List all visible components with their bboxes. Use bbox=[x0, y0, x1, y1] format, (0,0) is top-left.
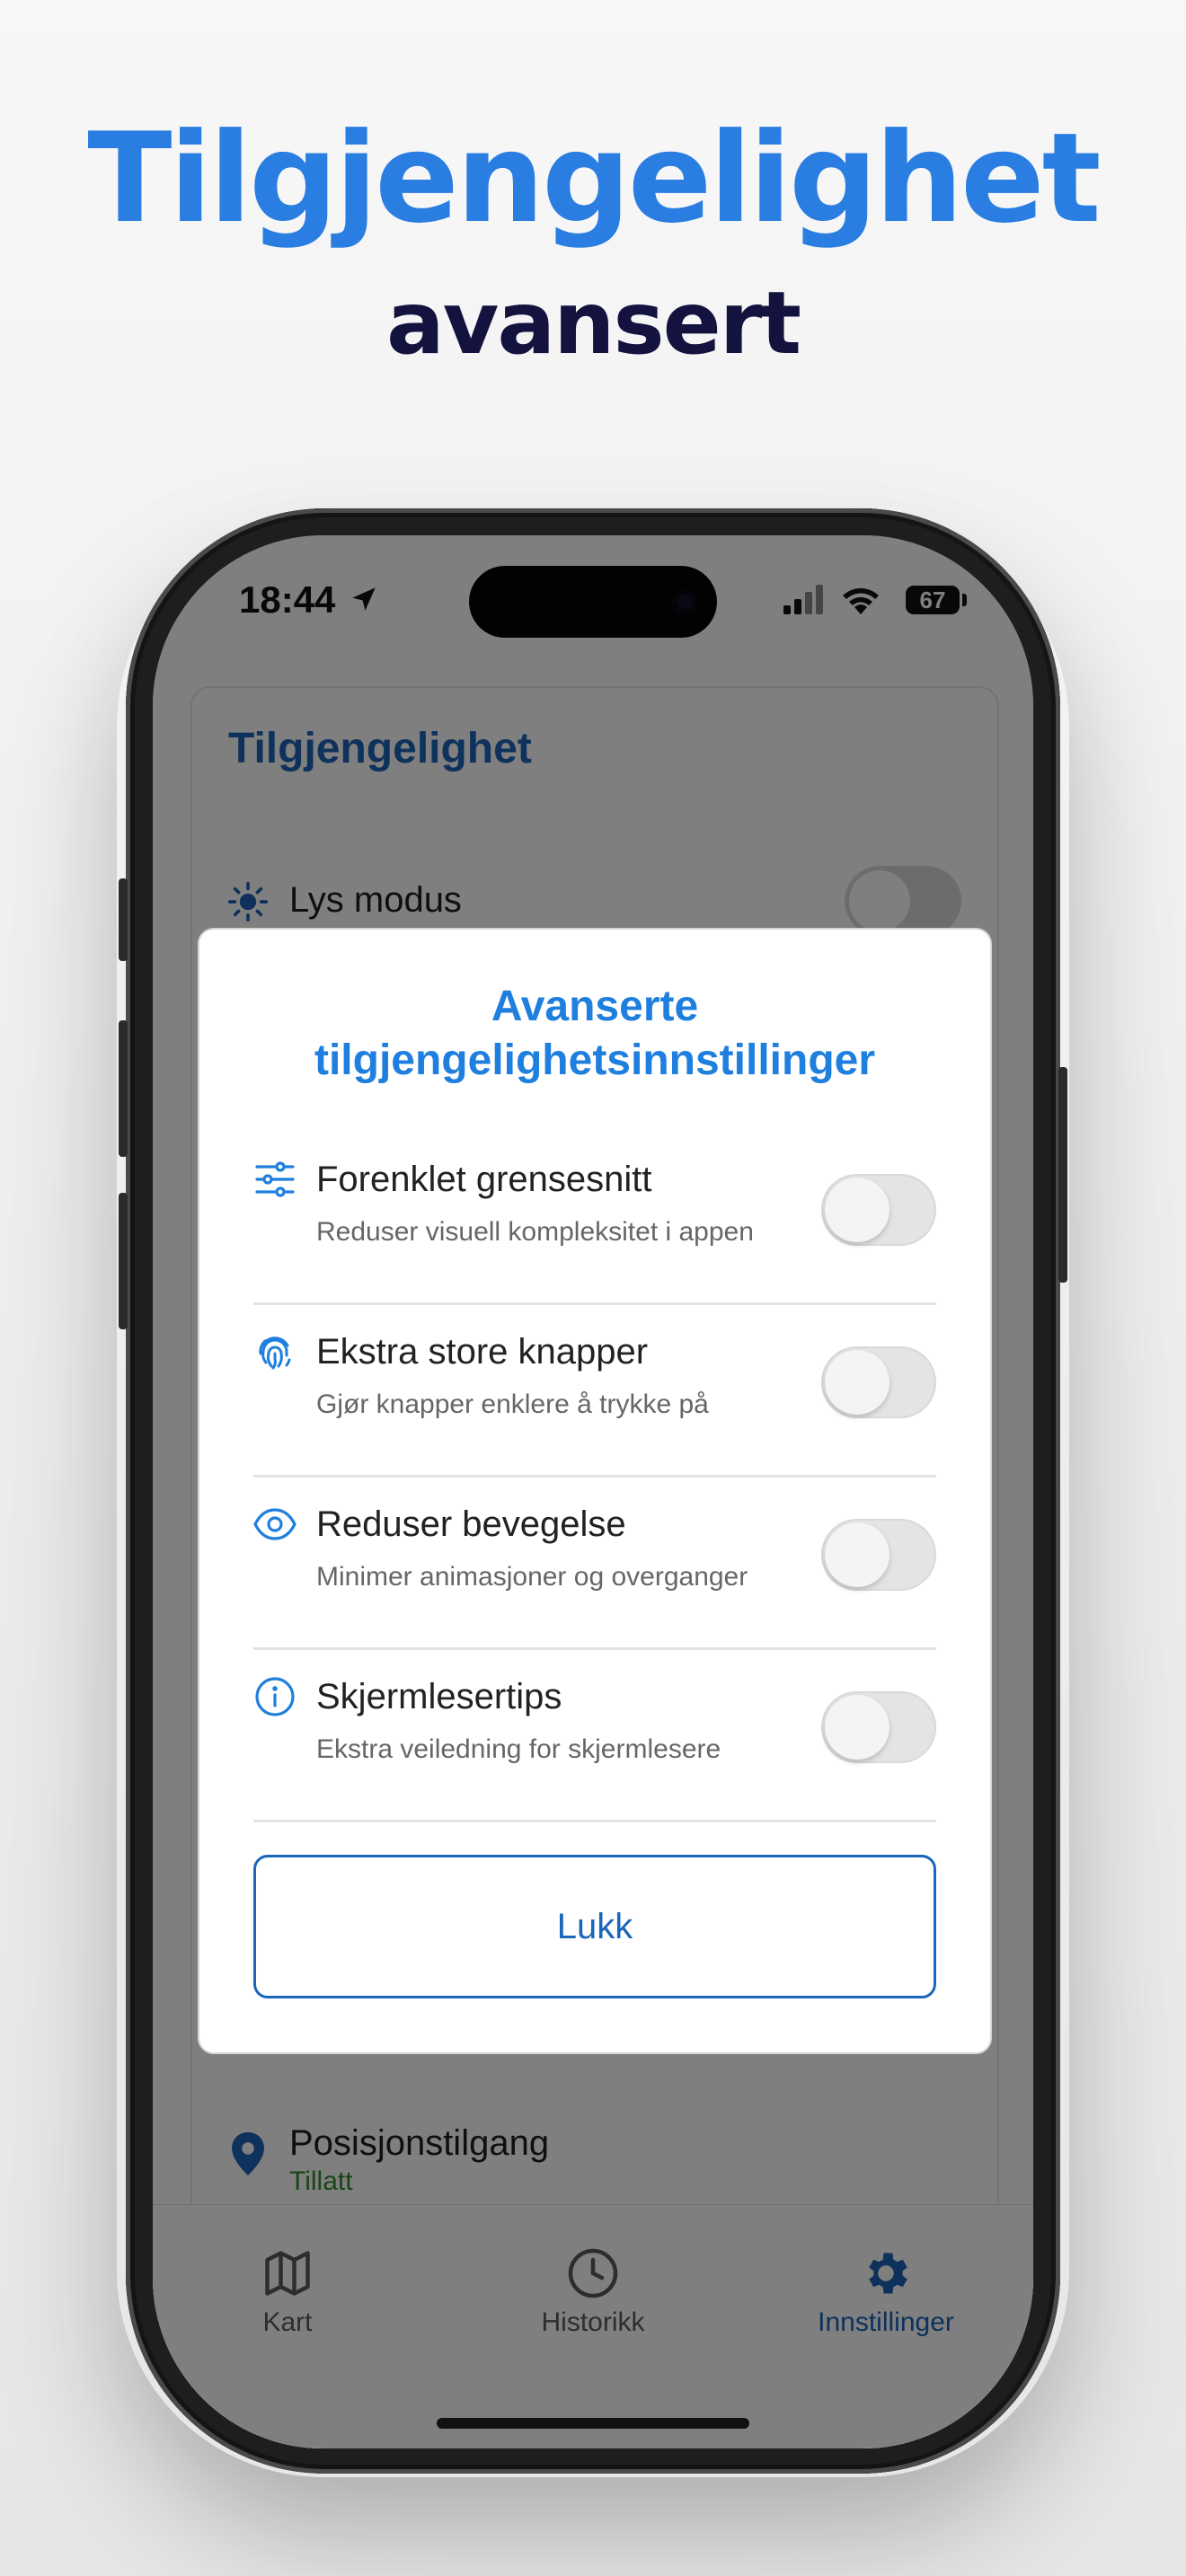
fingerprint-icon bbox=[259, 1337, 291, 1370]
dialog-title: Avanserte tilgjengelighetsinnstillinger bbox=[199, 980, 990, 1088]
option-description: Ekstra veiledning for skjermlesere bbox=[316, 1734, 721, 1764]
volume-down-button bbox=[119, 1193, 128, 1329]
divider bbox=[253, 1820, 936, 1822]
option-label: Reduser bevegelse bbox=[316, 1504, 626, 1544]
option-label: Forenklet grensesnitt bbox=[316, 1160, 652, 1199]
large-buttons-toggle[interactable] bbox=[821, 1346, 936, 1418]
dialog-title-line2: tilgjengelighetsinnstillinger bbox=[314, 1037, 876, 1084]
dialog-title-line1: Avanserte bbox=[491, 983, 699, 1030]
option-description: Reduser visuell kompleksitet i appen bbox=[316, 1217, 754, 1247]
reduce-motion-toggle[interactable] bbox=[821, 1519, 936, 1591]
action-button bbox=[119, 878, 128, 961]
promo-subheadline: avansert bbox=[386, 273, 801, 374]
advanced-accessibility-dialog: Avanserte tilgjengelighetsinnstillinger … bbox=[198, 928, 992, 2054]
option-reduce-motion: Reduser bevegelse Minimer animasjoner og… bbox=[253, 1478, 936, 1650]
close-button[interactable]: Lukk bbox=[253, 1855, 936, 1998]
power-button bbox=[1058, 1067, 1067, 1283]
option-large-buttons: Ekstra store knapper Gjør knapper enkler… bbox=[253, 1305, 936, 1478]
toggle-knob bbox=[825, 1695, 890, 1760]
home-indicator[interactable] bbox=[437, 2418, 749, 2429]
option-simplified-ui: Forenklet grensesnitt Reduser visuell ko… bbox=[253, 1133, 936, 1305]
volume-up-button bbox=[119, 1020, 128, 1157]
simplified-ui-toggle[interactable] bbox=[821, 1174, 936, 1246]
toggle-knob bbox=[825, 1522, 890, 1587]
option-description: Gjør knapper enklere å trykke på bbox=[316, 1389, 709, 1419]
toggle-knob bbox=[825, 1178, 890, 1242]
option-label: Skjermlesertips bbox=[316, 1677, 562, 1716]
phone-screen: 18:44 67 Tilgjengelighet Lys modus Posis… bbox=[153, 535, 1033, 2448]
option-screen-reader-tips: Skjermlesertips Ekstra veiledning for sk… bbox=[253, 1650, 936, 1822]
toggle-knob bbox=[825, 1350, 890, 1415]
option-label: Ekstra store knapper bbox=[316, 1332, 649, 1372]
info-icon bbox=[255, 1677, 295, 1716]
screen-reader-tips-toggle[interactable] bbox=[821, 1691, 936, 1763]
sliders-icon bbox=[255, 1161, 295, 1197]
promo-headline: Tilgjengelighet bbox=[87, 106, 1101, 251]
option-description: Minimer animasjoner og overganger bbox=[316, 1562, 748, 1592]
eye-icon bbox=[253, 1508, 296, 1540]
